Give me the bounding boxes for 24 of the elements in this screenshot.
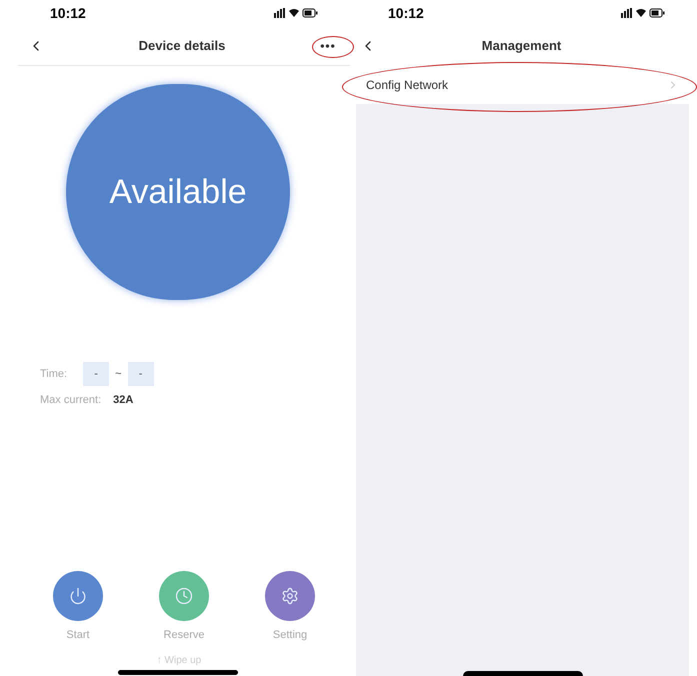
status-time: 10:12: [50, 4, 86, 22]
max-current-label: Max current:: [40, 393, 102, 408]
gear-icon: [281, 586, 299, 604]
power-icon: [69, 586, 87, 604]
gear-action-button[interactable]: [265, 570, 315, 620]
page-title: Management: [480, 37, 562, 56]
clock-action-button[interactable]: [159, 570, 209, 620]
menu-item[interactable]: Config Network: [356, 66, 689, 104]
status-icons: [274, 8, 318, 18]
time-start-field[interactable]: -: [83, 362, 110, 386]
status-icons: [621, 8, 665, 18]
action-label: Start: [66, 628, 90, 642]
time-label: Time:: [40, 366, 68, 382]
time-end-field[interactable]: -: [128, 362, 154, 386]
clock-icon: [175, 586, 193, 604]
more-button[interactable]: •••: [310, 36, 346, 54]
max-current-value: 32A: [113, 393, 134, 408]
status-time: 10:12: [388, 4, 424, 22]
page-title: Device details: [138, 36, 226, 55]
time-separator: ~: [115, 366, 122, 382]
action-label: Setting: [272, 628, 308, 642]
power-action-button[interactable]: [53, 570, 103, 620]
action-label: Reserve: [164, 628, 204, 642]
annotation-ellipse: [312, 36, 354, 58]
